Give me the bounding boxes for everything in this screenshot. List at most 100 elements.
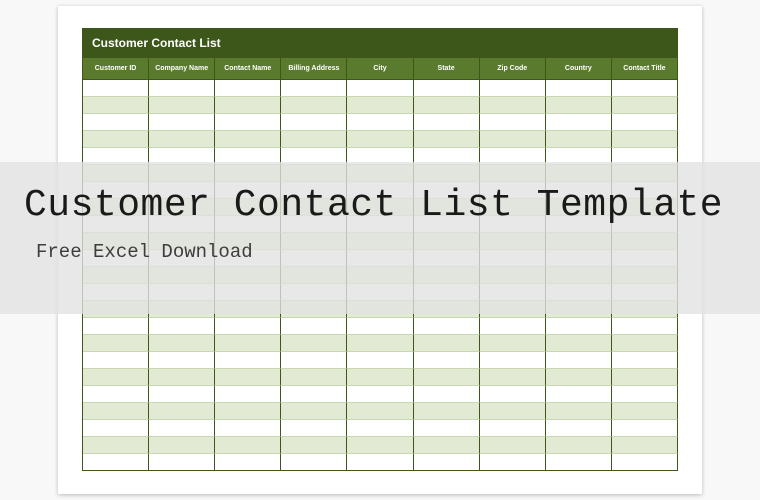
table-cell [414, 114, 480, 131]
table-cell [83, 318, 149, 335]
table-cell [612, 437, 678, 454]
table-cell [347, 454, 413, 471]
table-cell [480, 437, 546, 454]
table-cell [83, 420, 149, 437]
table-cell [149, 420, 215, 437]
overlay-subtitle: Free Excel Download [36, 241, 760, 263]
table-cell [281, 80, 347, 97]
table-cell [480, 131, 546, 148]
table-cell [281, 131, 347, 148]
table-cell [612, 386, 678, 403]
table-cell [480, 352, 546, 369]
table-cell [347, 131, 413, 148]
table-row [83, 454, 678, 471]
table-cell [347, 352, 413, 369]
table-cell [612, 454, 678, 471]
overlay-title: Customer Contact List Template [24, 184, 760, 227]
table-cell [414, 420, 480, 437]
table-cell [546, 97, 612, 114]
table-row [83, 352, 678, 369]
column-header: Company Name [149, 58, 215, 80]
table-cell [149, 114, 215, 131]
table-cell [149, 454, 215, 471]
table-cell [83, 97, 149, 114]
table-cell [83, 369, 149, 386]
table-cell [414, 369, 480, 386]
table-cell [215, 131, 281, 148]
table-cell [347, 318, 413, 335]
table-row [83, 335, 678, 352]
table-row [83, 403, 678, 420]
table-cell [281, 318, 347, 335]
table-cell [83, 454, 149, 471]
table-cell [281, 369, 347, 386]
table-cell [414, 131, 480, 148]
table-cell [347, 97, 413, 114]
table-cell [281, 335, 347, 352]
table-cell [480, 454, 546, 471]
table-cell [215, 335, 281, 352]
table-cell [414, 80, 480, 97]
table-cell [546, 114, 612, 131]
table-cell [612, 420, 678, 437]
table-cell [480, 97, 546, 114]
table-row [83, 386, 678, 403]
table-row [83, 80, 678, 97]
table-cell [480, 335, 546, 352]
table-cell [215, 352, 281, 369]
table-cell [347, 369, 413, 386]
table-cell [414, 437, 480, 454]
table-cell [215, 437, 281, 454]
table-cell [281, 403, 347, 420]
table-cell [215, 454, 281, 471]
table-row [83, 131, 678, 148]
table-cell [83, 114, 149, 131]
sheet-title: Customer Contact List [82, 28, 678, 58]
table-cell [546, 335, 612, 352]
table-cell [149, 131, 215, 148]
table-cell [149, 369, 215, 386]
promo-overlay: Customer Contact List Template Free Exce… [0, 162, 760, 314]
table-cell [546, 420, 612, 437]
table-cell [612, 403, 678, 420]
table-cell [414, 403, 480, 420]
table-cell [612, 97, 678, 114]
table-cell [546, 437, 612, 454]
table-cell [612, 352, 678, 369]
column-header: Billing Address [281, 58, 347, 80]
table-cell [281, 97, 347, 114]
table-cell [281, 437, 347, 454]
table-cell [149, 403, 215, 420]
table-cell [215, 386, 281, 403]
table-cell [149, 437, 215, 454]
table-cell [215, 80, 281, 97]
column-header: Customer ID [83, 58, 149, 80]
table-cell [215, 403, 281, 420]
table-cell [480, 403, 546, 420]
table-cell [149, 335, 215, 352]
table-cell [215, 369, 281, 386]
table-cell [215, 114, 281, 131]
table-cell [612, 131, 678, 148]
table-cell [149, 80, 215, 97]
table-cell [83, 352, 149, 369]
table-cell [347, 114, 413, 131]
table-cell [612, 369, 678, 386]
table-cell [83, 131, 149, 148]
table-cell [83, 80, 149, 97]
table-cell [347, 386, 413, 403]
table-cell [480, 369, 546, 386]
table-cell [149, 386, 215, 403]
table-cell [83, 403, 149, 420]
table-cell [215, 420, 281, 437]
table-row [83, 420, 678, 437]
table-cell [281, 454, 347, 471]
table-cell [149, 97, 215, 114]
table-row [83, 97, 678, 114]
table-cell [612, 318, 678, 335]
table-cell [612, 114, 678, 131]
table-cell [215, 318, 281, 335]
table-cell [281, 420, 347, 437]
table-cell [612, 80, 678, 97]
table-cell [83, 335, 149, 352]
